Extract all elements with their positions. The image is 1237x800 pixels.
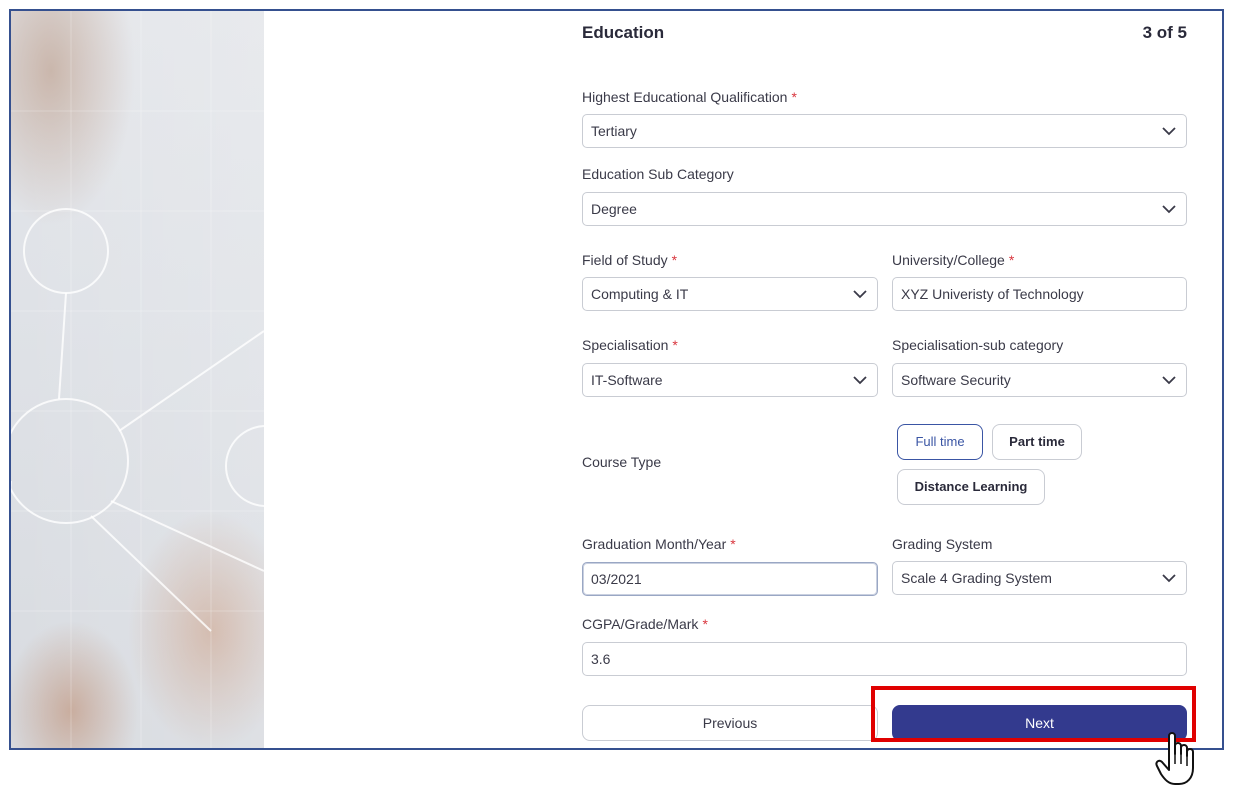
section-title: Education <box>582 23 665 42</box>
cgpa-label: CGPA/Grade/Mark * <box>582 616 708 632</box>
graduation-label: Graduation Month/Year * <box>582 536 736 552</box>
course-type-full-time[interactable]: Full time <box>897 424 983 460</box>
chevron-down-icon <box>853 290 867 299</box>
course-type-part-time[interactable]: Part time <box>992 424 1082 460</box>
university-input[interactable]: XYZ Univeristy of Technology <box>892 277 1187 311</box>
background-photo-panel <box>11 11 264 748</box>
education-form: Education 3 of 5 Highest Educational Qua… <box>582 11 1187 748</box>
qualification-label: Highest Educational Qualification * <box>582 89 797 105</box>
qualification-select[interactable]: Tertiary <box>582 114 1187 148</box>
graduation-date-input[interactable]: 03/2021 <box>582 562 878 596</box>
required-marker: * <box>791 89 797 105</box>
chevron-down-icon <box>853 376 867 385</box>
cgpa-value: 3.6 <box>591 651 611 667</box>
course-type-distance-learning[interactable]: Distance Learning <box>897 469 1045 505</box>
form-window: Education 3 of 5 Highest Educational Qua… <box>9 9 1224 750</box>
cgpa-input[interactable]: 3.6 <box>582 642 1187 676</box>
field-of-study-label: Field of Study * <box>582 252 677 268</box>
previous-button[interactable]: Previous <box>582 705 878 741</box>
university-label: University/College * <box>892 252 1014 268</box>
specialisation-sub-value: Software Security <box>901 372 1011 388</box>
university-label-text: University/College <box>892 252 1005 268</box>
next-button-highlight <box>871 686 1196 742</box>
field-of-study-label-text: Field of Study <box>582 252 668 268</box>
specialisation-label-text: Specialisation <box>582 337 669 353</box>
sub-category-select[interactable]: Degree <box>582 192 1187 226</box>
chevron-down-icon <box>1162 127 1176 136</box>
grading-system-select[interactable]: Scale 4 Grading System <box>892 561 1187 595</box>
specialisation-sub-label: Specialisation-sub category <box>892 337 1063 353</box>
grading-label: Grading System <box>892 536 992 552</box>
grading-label-text: Grading System <box>892 536 993 552</box>
network-nodes-graphic <box>11 11 264 748</box>
graduation-value: 03/2021 <box>591 571 642 587</box>
specialisation-sub-label-text: Specialisation-sub category <box>892 337 1064 353</box>
sub-category-label-text: Education Sub Category <box>582 166 734 182</box>
required-marker: * <box>672 337 678 353</box>
step-indicator: 3 of 5 <box>1142 23 1187 42</box>
hand-pointer-icon <box>1155 732 1194 785</box>
specialisation-select[interactable]: IT-Software <box>582 363 878 397</box>
qualification-label-text: Highest Educational Qualification <box>582 89 788 105</box>
required-marker: * <box>671 252 678 268</box>
cgpa-label-text: CGPA/Grade/Mark <box>582 616 699 632</box>
university-value: XYZ Univeristy of Technology <box>901 286 1084 302</box>
specialisation-label: Specialisation * <box>582 337 678 353</box>
required-marker: * <box>702 616 708 632</box>
chevron-down-icon <box>1162 376 1176 385</box>
qualification-value: Tertiary <box>591 123 637 139</box>
field-of-study-select[interactable]: Computing & IT <box>582 277 878 311</box>
required-marker: * <box>1008 252 1015 268</box>
course-type-label: Course Type <box>582 454 661 470</box>
grading-value: Scale 4 Grading System <box>901 570 1052 586</box>
chevron-down-icon <box>1162 205 1176 214</box>
graduation-label-text: Graduation Month/Year <box>582 536 727 552</box>
specialisation-value: IT-Software <box>591 372 663 388</box>
sub-category-label: Education Sub Category <box>582 166 734 182</box>
required-marker: * <box>730 536 736 552</box>
specialisation-sub-select[interactable]: Software Security <box>892 363 1187 397</box>
course-type-label-text: Course Type <box>582 454 662 470</box>
sub-category-value: Degree <box>591 201 637 217</box>
chevron-down-icon <box>1162 574 1176 583</box>
field-of-study-value: Computing & IT <box>591 286 689 302</box>
